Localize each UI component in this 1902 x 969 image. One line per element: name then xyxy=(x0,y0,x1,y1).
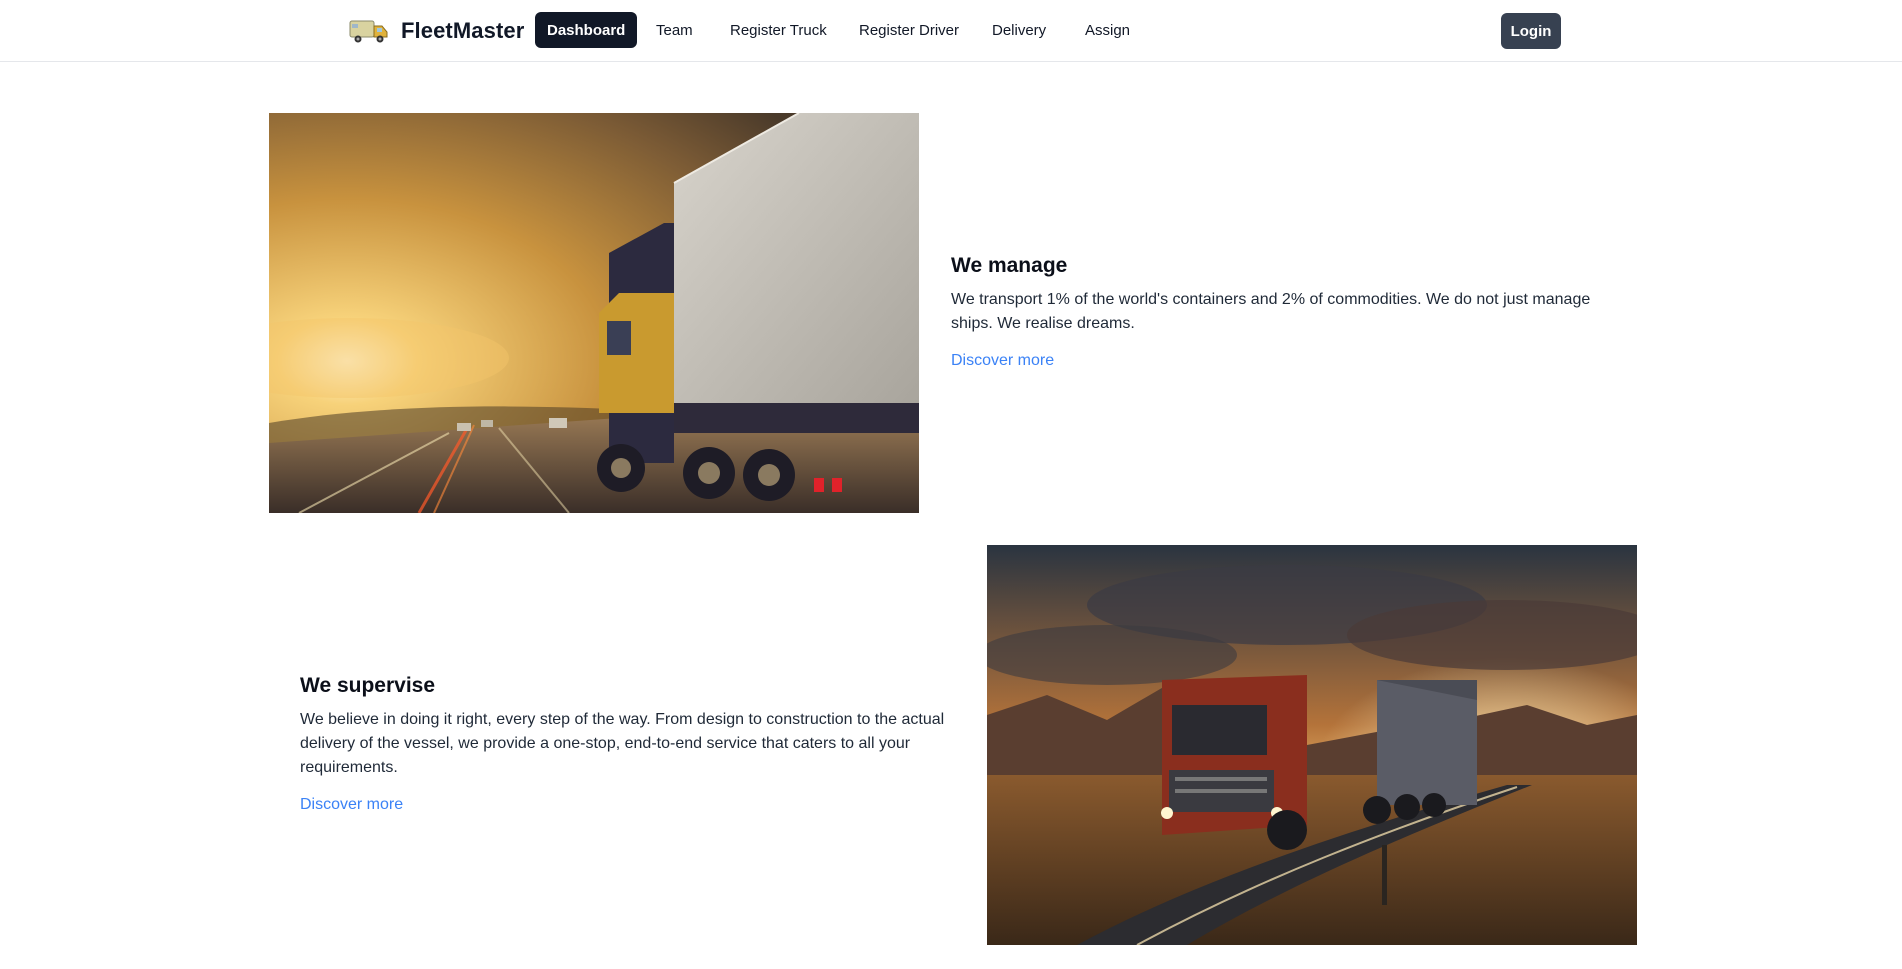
nav-register-truck[interactable]: Register Truck xyxy=(718,12,839,48)
feature-description: We transport 1% of the world's container… xyxy=(951,291,1591,332)
nav-dashboard[interactable]: Dashboard xyxy=(535,12,638,48)
discover-more-link[interactable]: Discover more xyxy=(300,796,403,814)
feature-description: We believe in doing it right, every step… xyxy=(300,711,945,776)
nav-delivery[interactable]: Delivery xyxy=(980,12,1058,48)
brand[interactable]: FleetMaster xyxy=(349,14,524,48)
login-button[interactable]: Login xyxy=(1501,13,1561,49)
feature-supervise: We supervise We believe in doing it righ… xyxy=(300,674,950,814)
discover-more-link[interactable]: Discover more xyxy=(951,352,1054,370)
nav-assign[interactable]: Assign xyxy=(1073,12,1142,48)
nav-register-driver[interactable]: Register Driver xyxy=(847,12,971,48)
top-navbar: FleetMaster Dashboard Team Register Truc… xyxy=(0,0,1902,62)
delivery-truck-icon xyxy=(349,20,388,43)
brand-name: FleetMaster xyxy=(401,18,525,43)
feature-title: We manage xyxy=(951,254,1068,277)
feature-image-mountain-truck xyxy=(987,545,1637,945)
feature-manage: We manage We transport 1% of the world's… xyxy=(951,254,1601,370)
feature-title: We supervise xyxy=(300,674,436,697)
nav-team[interactable]: Team xyxy=(644,12,705,48)
feature-image-highway-truck xyxy=(269,113,919,513)
